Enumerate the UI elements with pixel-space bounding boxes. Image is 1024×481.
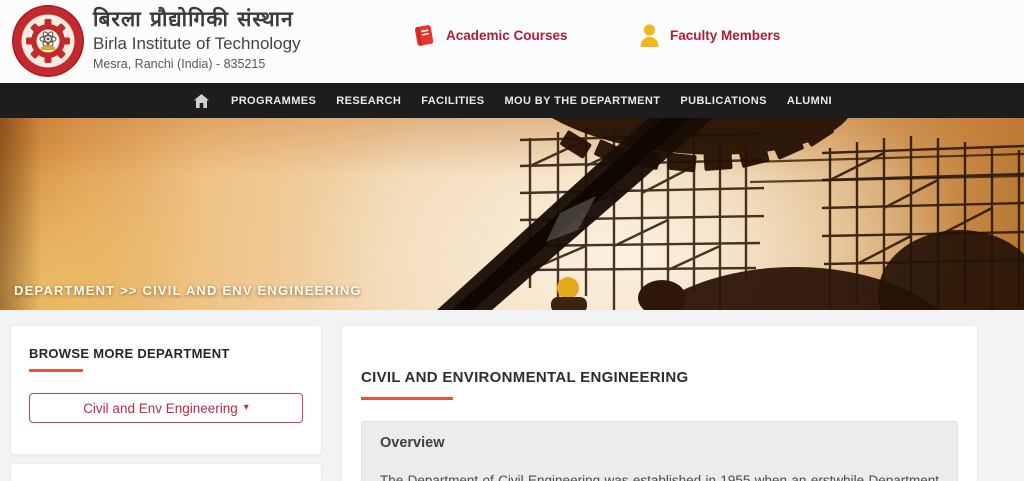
page-title-rule	[361, 397, 453, 400]
nav-item-facilities[interactable]: FACILITIES	[411, 95, 494, 107]
department-overview-card: CIVIL AND ENVIRONMENTAL ENGINEERING Over…	[341, 325, 978, 481]
overview-panel-text: The Department of Civil Engineering was …	[380, 472, 939, 481]
institute-address: Mesra, Ranchi (India) - 835215	[93, 55, 301, 73]
institute-title-english: Birla Institute of Technology	[93, 32, 301, 55]
department-dropdown-label: Civil and Env Engineering	[83, 401, 238, 416]
overview-panel-title: Overview	[380, 435, 939, 451]
nav-item-mou[interactable]: MOU BY THE DEPARTMENT	[494, 95, 670, 107]
breadcrumb[interactable]: DEPARTMENT >> CIVIL AND ENV ENGINEERING	[14, 283, 362, 298]
sidebar-heading: BROWSE MORE DEPARTMENT	[29, 346, 303, 361]
home-icon	[194, 94, 209, 108]
home-nav-button[interactable]	[182, 94, 221, 108]
nav-item-alumni[interactable]: ALUMNI	[777, 95, 842, 107]
sidebar-secondary-card	[10, 463, 322, 481]
nav-item-research[interactable]: RESEARCH	[326, 95, 411, 107]
institute-logo[interactable]	[11, 4, 85, 78]
book-icon	[412, 23, 437, 48]
page-title: CIVIL AND ENVIRONMENTAL ENGINEERING	[361, 369, 958, 386]
faculty-members-label: Faculty Members	[670, 28, 780, 43]
institute-seal-icon	[11, 4, 85, 78]
main-column: CIVIL AND ENVIRONMENTAL ENGINEERING Over…	[341, 325, 978, 481]
brand-block: बिरला प्रौद्योगिकी संस्थान Birla Institu…	[93, 6, 301, 73]
academic-courses-link[interactable]: Academic Courses	[412, 23, 568, 48]
construction-site-illustration	[0, 118, 1024, 310]
page-content: BROWSE MORE DEPARTMENT Civil and Env Eng…	[0, 310, 1024, 481]
institute-title-hindi: बिरला प्रौद्योगिकी संस्थान	[93, 6, 301, 32]
overview-panel: Overview The Department of Civil Enginee…	[361, 421, 958, 481]
nav-item-publications[interactable]: PUBLICATIONS	[670, 95, 776, 107]
chevron-down-icon: ▾	[244, 403, 249, 413]
top-header: बिरला प्रौद्योगिकी संस्थान Birla Institu…	[0, 0, 1024, 83]
sidebar-heading-rule	[29, 369, 83, 372]
nav-item-programmes[interactable]: PROGRAMMES	[221, 95, 326, 107]
sidebar: BROWSE MORE DEPARTMENT Civil and Env Eng…	[10, 325, 322, 481]
main-navigation: PROGRAMMES RESEARCH FACILITIES MOU BY TH…	[0, 83, 1024, 118]
hero-banner: DEPARTMENT >> CIVIL AND ENV ENGINEERING	[0, 118, 1024, 310]
department-dropdown[interactable]: Civil and Env Engineering ▾	[29, 393, 303, 423]
faculty-members-link[interactable]: Faculty Members	[638, 23, 780, 48]
academic-courses-label: Academic Courses	[446, 28, 568, 43]
person-icon	[638, 23, 661, 48]
browse-department-card: BROWSE MORE DEPARTMENT Civil and Env Eng…	[10, 325, 322, 455]
